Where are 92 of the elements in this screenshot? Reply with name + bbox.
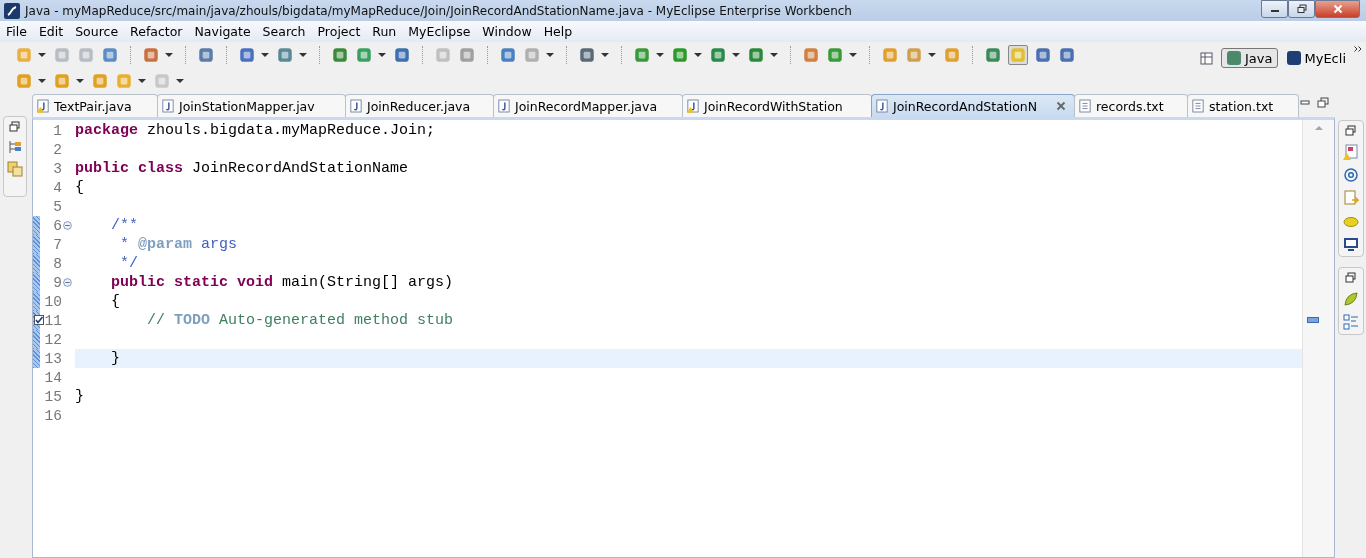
menu-item[interactable]: MyEclipse xyxy=(402,24,477,39)
menu-item[interactable]: Project xyxy=(311,24,367,39)
task-marker[interactable] xyxy=(1307,317,1319,323)
packages-icon[interactable] xyxy=(7,161,23,177)
menu-item[interactable]: Source xyxy=(69,24,125,39)
menu-item[interactable]: Run xyxy=(366,24,403,39)
dropdown-caret-icon[interactable] xyxy=(656,53,664,57)
code-line: public static void main(String[] args) xyxy=(110,274,454,291)
dropdown-caret-icon[interactable] xyxy=(732,53,740,57)
line-number: 9 xyxy=(52,274,62,291)
editor-tab[interactable]: station.txt xyxy=(1187,94,1299,117)
code-line: } xyxy=(110,350,120,367)
line-number: 7 xyxy=(52,236,62,253)
double-chevron-icon[interactable] xyxy=(1354,46,1362,52)
menu-item[interactable]: Search xyxy=(256,24,312,39)
menu-item[interactable]: Refactor xyxy=(124,24,189,39)
editor-tab[interactable]: JoinRecordWithStation xyxy=(682,94,872,117)
dropdown-caret-icon[interactable] xyxy=(546,53,554,57)
code-line: * @param args xyxy=(119,236,238,253)
restore-icon[interactable] xyxy=(9,121,21,133)
line-number: 14 xyxy=(43,369,62,386)
menu-item[interactable]: Help xyxy=(537,24,579,39)
hierarchy-icon[interactable] xyxy=(7,139,23,155)
dropdown-caret-icon[interactable] xyxy=(261,53,269,57)
window-title: Java - myMapReduce/src/main/java/zhouls/bigdata/myMapReduce/Join/JoinRecordAndStationName.java - MyEclipse Enterprise Workbench xyxy=(25,3,852,18)
close-button[interactable] xyxy=(1315,0,1360,18)
dropdown-caret-icon[interactable] xyxy=(76,79,84,83)
outline-icon[interactable] xyxy=(1342,314,1359,330)
code-line: /** xyxy=(110,217,138,234)
perspective-button[interactable]: MyEcli xyxy=(1280,48,1351,68)
menu-item[interactable]: Navigate xyxy=(188,24,257,39)
app-logo-icon xyxy=(4,2,20,19)
code-line: { xyxy=(110,293,120,310)
code-line: // TODO Auto-generated method stub xyxy=(146,312,454,329)
line-number: 4 xyxy=(52,179,62,196)
dropdown-caret-icon[interactable] xyxy=(378,53,386,57)
line-number: 12 xyxy=(43,331,62,348)
perspective-button[interactable]: Java xyxy=(1221,48,1278,68)
console-icon[interactable] xyxy=(1342,236,1359,252)
dropdown-caret-icon[interactable] xyxy=(138,79,146,83)
maximize-icon[interactable] xyxy=(1317,97,1329,109)
editor-tab[interactable]: JoinRecordMapper.java xyxy=(493,94,683,117)
menu-item[interactable]: Edit xyxy=(32,24,70,39)
line-number: 3 xyxy=(52,160,62,177)
dropdown-caret-icon[interactable] xyxy=(601,53,609,57)
line-number: 13 xyxy=(43,350,62,367)
code-line: { xyxy=(75,179,84,196)
line-number: 8 xyxy=(52,255,62,272)
restore-icon[interactable] xyxy=(1344,125,1357,137)
dropdown-caret-icon[interactable] xyxy=(299,53,307,57)
line-number: 16 xyxy=(43,407,62,424)
restore-icon xyxy=(1296,4,1307,14)
line-number: 2 xyxy=(52,141,62,158)
editor-tab[interactable]: JoinRecordAndStationN xyxy=(871,94,1075,117)
caret-up-icon[interactable] xyxy=(1315,126,1323,130)
dropdown-caret-icon[interactable] xyxy=(928,53,936,57)
perspective-icon xyxy=(1285,50,1302,66)
dropdown-caret-icon[interactable] xyxy=(38,79,46,83)
problems-icon[interactable] xyxy=(1342,144,1359,160)
menu-item[interactable]: Window xyxy=(476,24,538,39)
code-line: */ xyxy=(119,255,138,272)
editor-tab[interactable]: records.txt xyxy=(1074,94,1188,117)
line-number: 15 xyxy=(43,388,62,405)
code-line: } xyxy=(75,388,84,405)
line-number: 5 xyxy=(52,198,62,215)
dropdown-caret-icon[interactable] xyxy=(38,53,46,57)
editor-tab[interactable]: JoinStationMapper.jav xyxy=(157,94,346,117)
fold-toggle-icon[interactable] xyxy=(63,278,72,287)
dropdown-caret-icon[interactable] xyxy=(165,53,173,57)
restore-icon[interactable] xyxy=(1344,272,1357,284)
open-perspective-icon[interactable] xyxy=(1199,50,1216,66)
line-number: 11 xyxy=(43,312,62,329)
line-number: 6 xyxy=(52,217,62,234)
perspective-icon xyxy=(1226,50,1243,66)
leaf-icon[interactable] xyxy=(1342,291,1359,307)
minimize-button[interactable] xyxy=(1261,0,1288,18)
close-icon[interactable] xyxy=(1056,101,1066,111)
line-number: 10 xyxy=(43,293,62,310)
dropdown-caret-icon[interactable] xyxy=(770,53,778,57)
close-icon xyxy=(1332,4,1343,14)
code-line: package zhouls.bigdata.myMapReduce.Join; xyxy=(75,122,436,139)
editor-tab[interactable]: JoinReducer.java xyxy=(345,94,494,117)
line-number: 1 xyxy=(52,122,62,139)
code-line: public class JoinRecordAndStationName xyxy=(75,160,409,177)
dropdown-caret-icon[interactable] xyxy=(694,53,702,57)
declaration-icon[interactable] xyxy=(1342,190,1359,206)
menu-item[interactable]: File xyxy=(0,24,33,39)
editor-tab[interactable]: TextPair.java xyxy=(32,94,158,117)
dropdown-caret-icon[interactable] xyxy=(849,53,857,57)
fold-toggle-icon[interactable] xyxy=(63,221,72,230)
dropdown-caret-icon[interactable] xyxy=(176,79,184,83)
maximize-button[interactable] xyxy=(1288,0,1315,18)
